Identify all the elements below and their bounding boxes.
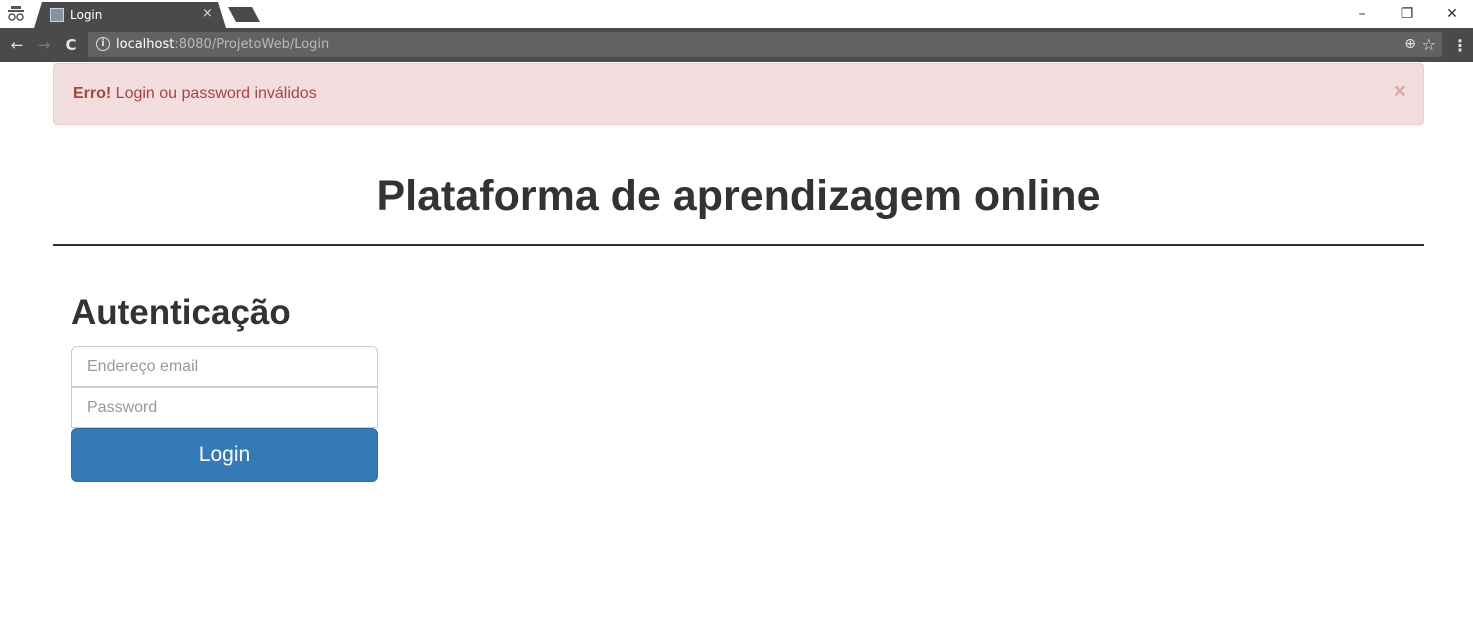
alert-close-icon[interactable]: × [1394,81,1406,102]
zoom-icon[interactable]: ⊕ [1404,36,1416,52]
url-text: localhost:8080/ProjetoWeb/Login [116,37,329,52]
page-title: Plataforma de aprendizagem online [376,172,1101,220]
form-heading: Autenticação [71,293,291,332]
browser-toolbar: ← → C i localhost:8080/ProjetoWeb/Login … [0,28,1473,62]
bookmark-star-icon[interactable]: ☆ [1422,35,1436,54]
forward-arrow-icon[interactable]: → [35,36,53,54]
browser-tabstrip: Login × – ❐ ✕ [0,0,1473,28]
password-field[interactable] [71,387,378,428]
window-close-icon[interactable]: ✕ [1437,3,1467,25]
tab-close-icon[interactable]: × [202,6,213,21]
info-icon[interactable]: i [96,37,110,51]
tab-title: Login [70,8,103,22]
incognito-icon [8,6,24,21]
alert-message: Login ou password inválidos [111,85,317,102]
title-divider [53,244,1424,246]
error-alert: Erro! Login ou password inválidos × [53,63,1424,125]
reload-icon[interactable]: C [62,36,80,54]
login-button[interactable]: Login [71,428,378,482]
address-bar[interactable]: i localhost:8080/ProjetoWeb/Login ⊕ ☆ [88,32,1442,57]
back-arrow-icon[interactable]: ← [8,36,26,54]
url-host: localhost [116,37,175,52]
url-path: :8080/ProjetoWeb/Login [174,37,330,52]
alert-strong: Erro! [73,85,112,102]
alert-text: Erro! Login ou password inválidos [73,85,317,103]
browser-tab-login[interactable]: Login × [34,2,226,28]
new-tab-button[interactable] [228,7,260,22]
email-field[interactable] [71,346,378,387]
favicon-icon [50,8,64,22]
restore-icon[interactable]: ❐ [1392,3,1422,25]
browser-menu-icon[interactable]: ⋮ [1452,36,1468,55]
minimize-icon[interactable]: – [1347,3,1377,25]
